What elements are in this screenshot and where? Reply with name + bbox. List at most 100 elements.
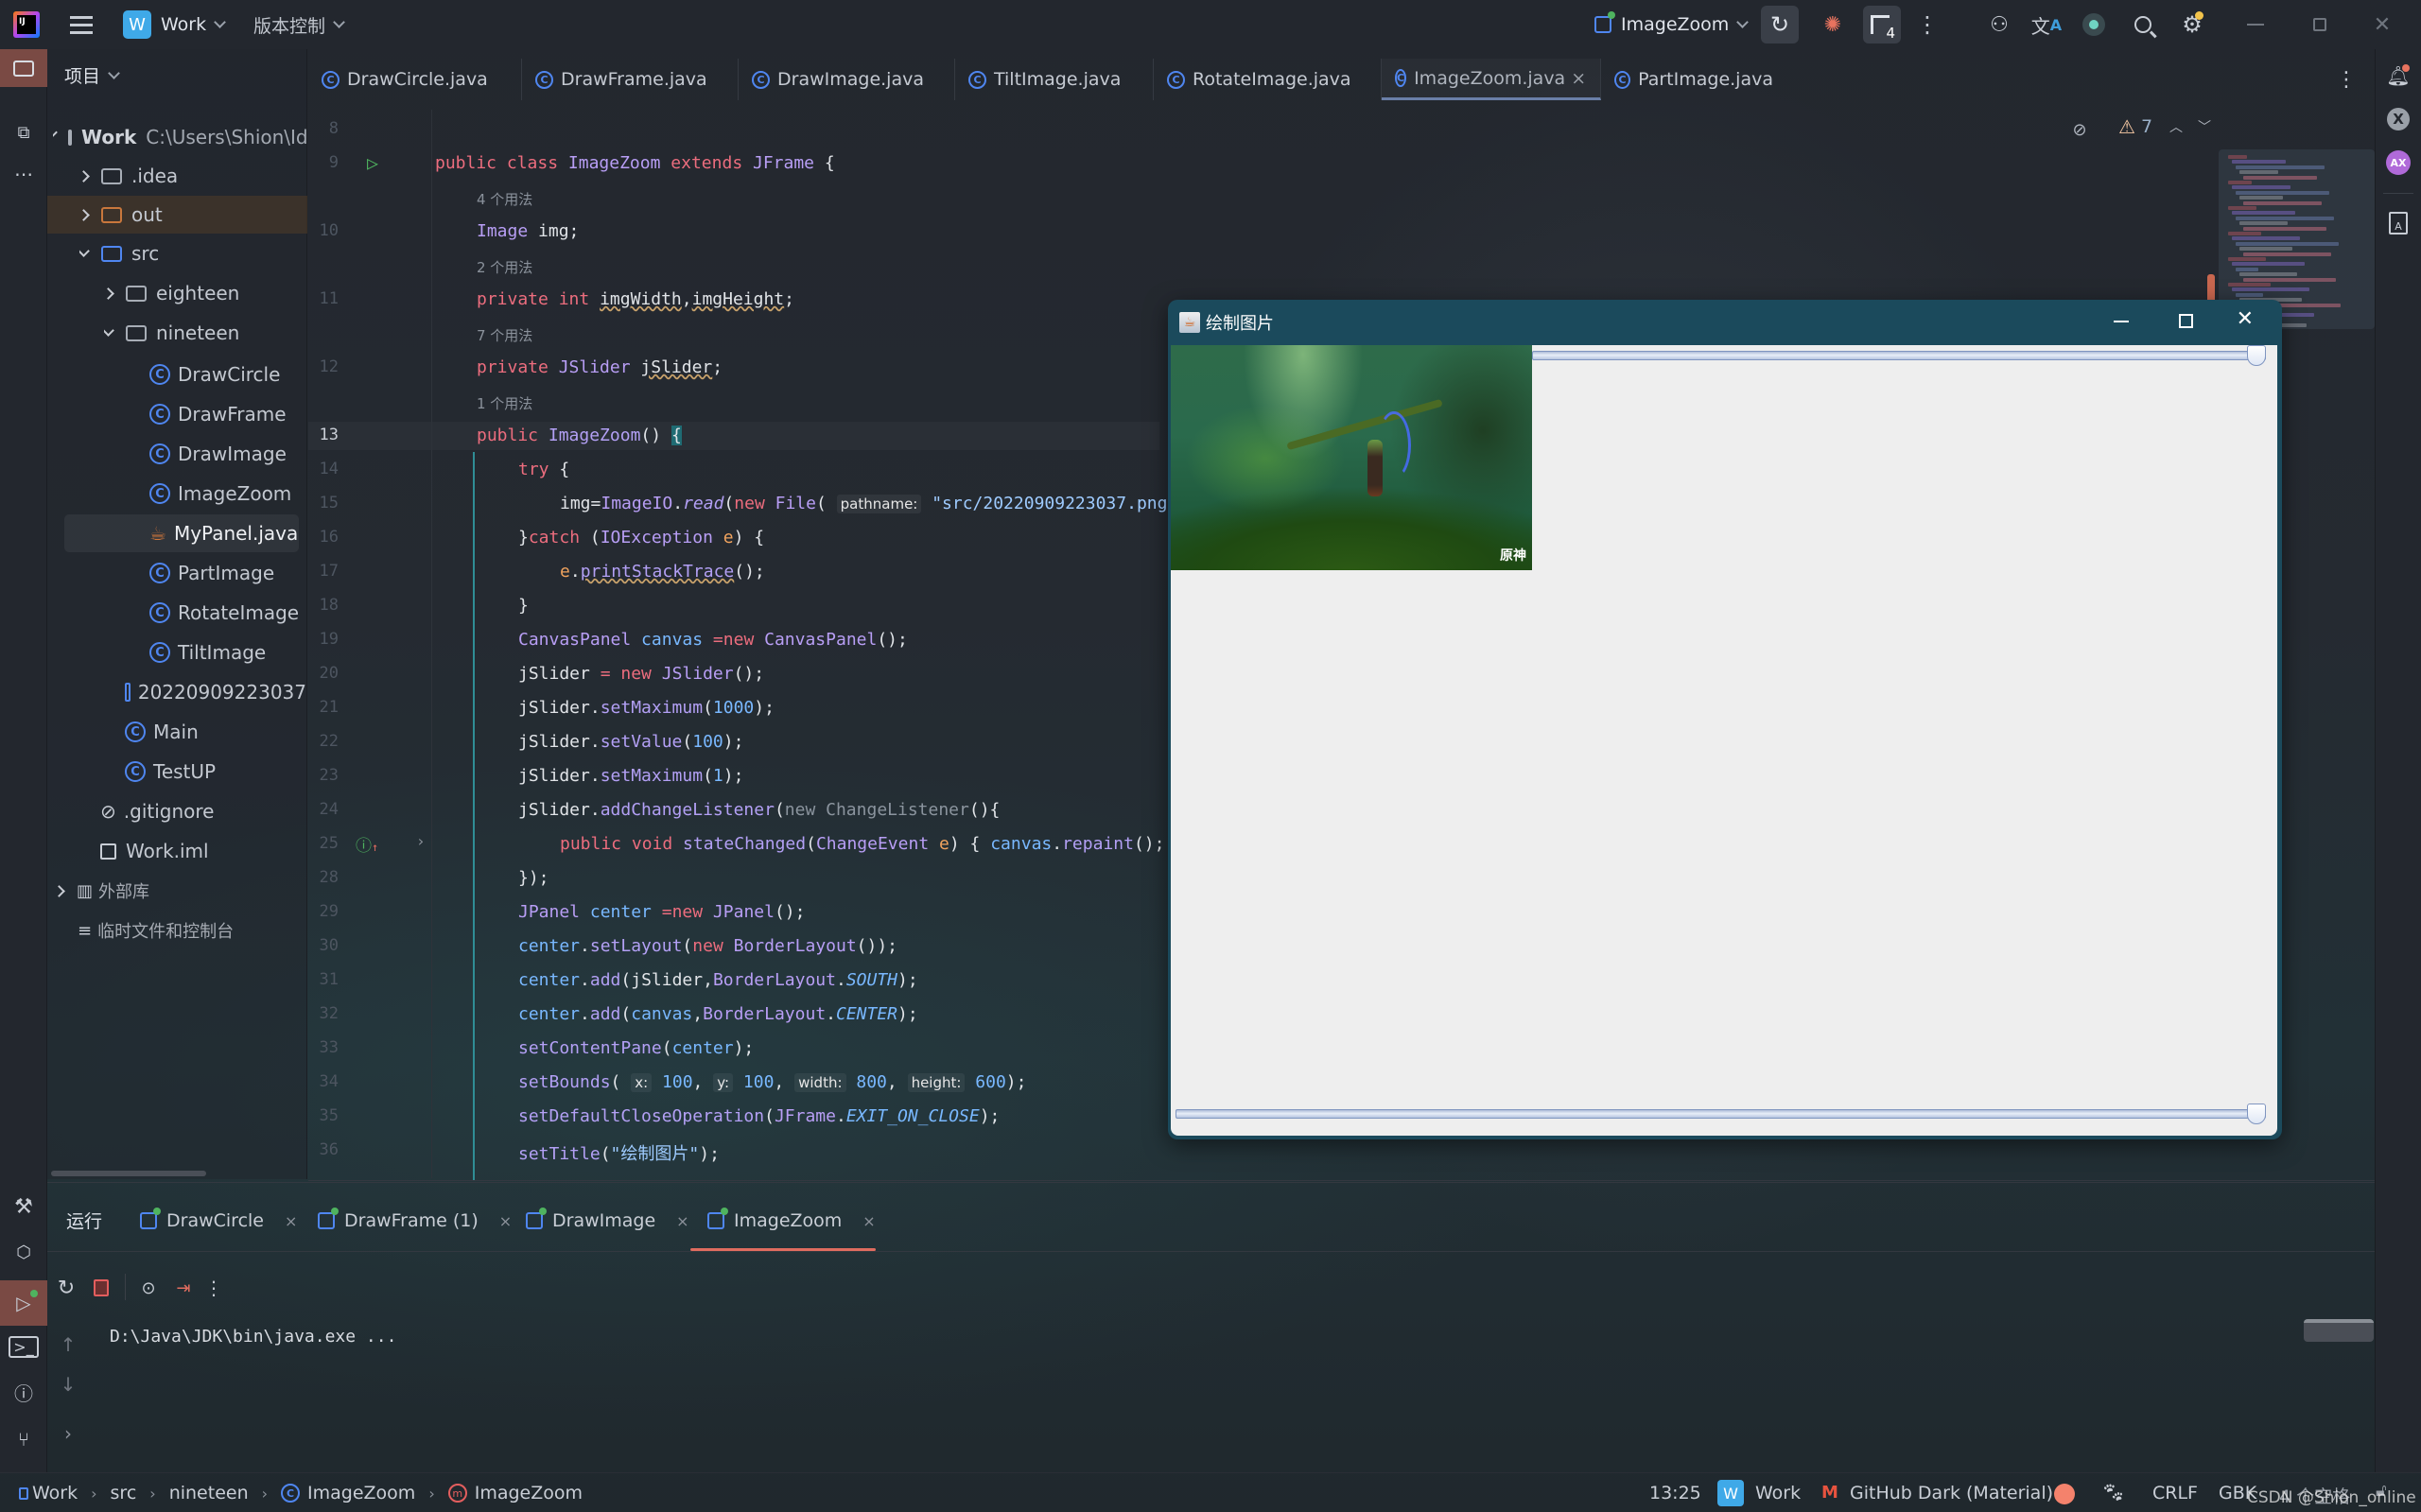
run-class-gutter-icon[interactable]: ▷ xyxy=(367,151,378,174)
minimize-window-icon[interactable] xyxy=(2232,8,2279,42)
tree-item-src[interactable]: src xyxy=(79,235,306,272)
jslider-track[interactable] xyxy=(1176,1109,2266,1119)
rerun-icon[interactable]: ↻ xyxy=(1761,6,1799,43)
tree-item-out[interactable]: out xyxy=(47,196,307,234)
terminal-icon[interactable]: >_ xyxy=(0,1328,47,1365)
fold-arrow-icon[interactable]: › xyxy=(416,832,426,850)
slider-track-top[interactable] xyxy=(1532,351,2266,360)
tree-item-drawimage[interactable]: C DrawImage xyxy=(149,435,306,473)
tab-partimage[interactable]: C PartImage.java xyxy=(1601,59,1790,100)
settings-gear-icon[interactable]: ⚙ xyxy=(2175,8,2209,42)
main-menu-icon[interactable] xyxy=(68,11,95,38)
status-indicator-dot-icon[interactable] xyxy=(2054,1484,2075,1504)
vcs-menu[interactable]: 版本控制 xyxy=(253,9,345,40)
breadcrumb-nineteen[interactable]: nineteen xyxy=(169,1483,249,1503)
tab-actions-more-icon[interactable]: ⋮ xyxy=(2332,61,2360,98)
tree-item-scratches[interactable]: ≡ 临时文件和控制台 xyxy=(78,912,306,949)
project-switcher[interactable]: W Work xyxy=(123,9,226,40)
run-tab-drawframe[interactable]: DrawFrame (1) × xyxy=(318,1204,512,1238)
tree-item-external-libraries[interactable]: ▥ 外部库 xyxy=(55,872,306,910)
tree-item-tiltimage[interactable]: C TiltImage xyxy=(149,634,306,671)
tree-item-drawframe[interactable]: C DrawFrame xyxy=(149,395,306,433)
ai-assistant-icon[interactable] xyxy=(2079,9,2109,40)
more-tools-icon[interactable]: ⋯ xyxy=(0,155,47,193)
status-project[interactable]: Work xyxy=(1755,1483,1801,1503)
services-icon[interactable]: 4 xyxy=(1863,6,1901,43)
tree-item-main[interactable]: C Main xyxy=(125,713,306,751)
services-run-icon[interactable]: ⬡ xyxy=(0,1233,47,1271)
close-tab-icon[interactable]: × xyxy=(499,1212,512,1230)
more-options-icon[interactable]: ⋮ xyxy=(204,1274,223,1302)
console-output[interactable]: D:\Java\JDK\bin\java.exe ... xyxy=(110,1327,396,1347)
breadcrumb-src[interactable]: src xyxy=(111,1483,137,1503)
tree-item-partimage[interactable]: C PartImage xyxy=(149,554,306,592)
screenshot-camera-icon[interactable]: ⊙ xyxy=(134,1274,163,1302)
slider-thumb-top[interactable] xyxy=(2247,345,2266,366)
tree-item-gitignore[interactable]: ⊘ .gitignore xyxy=(100,792,306,830)
tree-item-work-iml[interactable]: Work.iml xyxy=(100,832,306,870)
swing-minimize-icon[interactable] xyxy=(2114,321,2129,322)
run-tool-button[interactable]: ▷ xyxy=(0,1280,47,1326)
close-tab-icon[interactable]: × xyxy=(676,1212,688,1230)
build-hammer-icon[interactable]: ⚒ xyxy=(0,1188,47,1225)
tree-item-rotateimage[interactable]: C RotateImage xyxy=(149,594,306,632)
usages-hint[interactable]: 1 个用法 xyxy=(477,393,532,413)
usages-hint[interactable]: 4 个用法 xyxy=(477,189,532,209)
dictionary-icon[interactable]: A xyxy=(2376,204,2421,242)
run-tab-imagezoom[interactable]: ImageZoom × xyxy=(707,1204,876,1238)
breadcrumb-method[interactable]: ImageZoom xyxy=(475,1483,583,1503)
git-branch-icon[interactable]: ⑂ xyxy=(0,1420,47,1458)
theme-selector[interactable]: GitHub Dark (Material) xyxy=(1850,1483,2053,1503)
translate-icon[interactable]: 文A xyxy=(2029,8,2064,42)
expand-more-icon[interactable]: › xyxy=(57,1419,79,1448)
debug-bug-icon[interactable]: ✺ xyxy=(1814,6,1852,43)
run-configuration-selector[interactable]: ImageZoom xyxy=(1594,9,1750,40)
exit-icon[interactable]: ⇥ xyxy=(170,1274,197,1302)
tree-item-nineteen[interactable]: nineteen xyxy=(104,314,306,352)
tree-horizontal-scrollbar[interactable] xyxy=(51,1171,206,1176)
run-tab-drawcircle[interactable]: DrawCircle × xyxy=(140,1204,297,1238)
usages-hint[interactable]: 2 个用法 xyxy=(477,257,532,277)
tree-item-drawcircle[interactable]: C DrawCircle xyxy=(149,356,306,393)
swing-close-icon[interactable]: ✕ xyxy=(2237,307,2254,331)
implements-gutter-icon[interactable]: ⓘ↑ xyxy=(356,832,378,856)
plugin-x-icon[interactable]: X xyxy=(2376,100,2421,138)
close-window-icon[interactable]: ✕ xyxy=(2359,8,2406,42)
tree-item-eighteen[interactable]: eighteen xyxy=(104,274,306,312)
close-tab-icon[interactable]: × xyxy=(285,1212,297,1230)
tree-item-testup[interactable]: C TestUP xyxy=(125,753,306,791)
tab-drawcircle[interactable]: C DrawCircle.java xyxy=(308,59,522,100)
tree-item-imagezoom[interactable]: C ImageZoom xyxy=(149,475,306,513)
search-icon[interactable] xyxy=(2126,8,2160,42)
stop-icon[interactable] xyxy=(89,1276,113,1300)
more-vertical-icon[interactable]: ⋮ xyxy=(1916,6,1939,43)
baidu-paw-icon[interactable]: 🐾︎ xyxy=(2101,1481,2125,1503)
breadcrumb-class[interactable]: ImageZoom xyxy=(307,1483,415,1503)
tab-tiltimage[interactable]: C TiltImage.java xyxy=(955,59,1154,100)
console-scroll-thumb[interactable] xyxy=(2304,1319,2374,1342)
project-panel-header[interactable]: 项目 xyxy=(64,62,120,88)
structure-tool-button[interactable]: ⧉ xyxy=(0,113,47,151)
swing-app-window[interactable]: ☕ 绘制图片 ✕ 原神 xyxy=(1168,300,2282,1139)
breadcrumb-work[interactable]: Work xyxy=(32,1483,78,1503)
next-highlight-icon[interactable]: ﹀ xyxy=(2198,117,2211,136)
jslider-thumb[interactable] xyxy=(2247,1104,2266,1124)
tab-drawimage[interactable]: C DrawImage.java xyxy=(739,59,955,100)
close-tab-icon[interactable]: × xyxy=(862,1212,875,1230)
restore-window-icon[interactable] xyxy=(2296,8,2343,42)
add-user-icon[interactable]: ⚇ xyxy=(1982,8,2016,42)
swing-maximize-icon[interactable] xyxy=(2179,314,2193,328)
tab-rotateimage[interactable]: C RotateImage.java xyxy=(1154,59,1382,100)
tree-item-mypanel[interactable]: ☕ MyPanel.java xyxy=(64,514,299,552)
scroll-up-icon[interactable]: ↑ xyxy=(57,1330,79,1359)
tab-imagezoom[interactable]: C ImageZoom.java × xyxy=(1382,59,1601,100)
close-tab-icon[interactable]: × xyxy=(1571,68,1586,89)
rerun-icon[interactable]: ↻ xyxy=(53,1274,79,1302)
notifications-bell-icon[interactable]: 🔔︎ xyxy=(2376,57,2421,95)
project-tool-button[interactable] xyxy=(0,49,47,87)
problems-icon[interactable]: ⓘ xyxy=(0,1373,47,1411)
caret-position[interactable]: 13:25 xyxy=(1649,1483,1701,1503)
line-separator[interactable]: CRLF xyxy=(2152,1483,2198,1503)
run-tab-drawimage[interactable]: DrawImage × xyxy=(526,1204,689,1238)
tree-item-image[interactable]: 20220909223037 xyxy=(125,673,306,711)
